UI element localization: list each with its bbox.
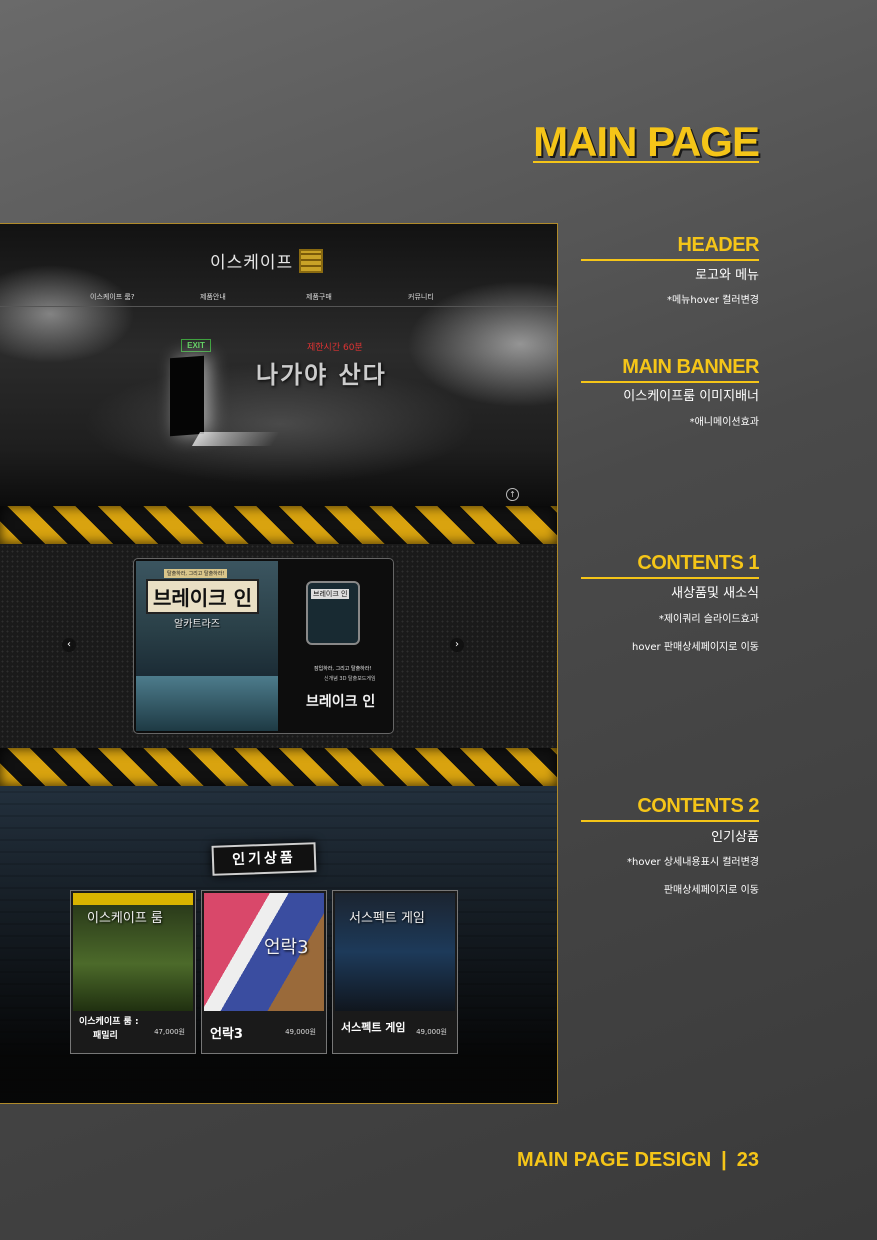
product-image-label: 언락3	[264, 937, 309, 958]
popular-products-section: 인기상품 이스케이프 룸 이스케이프 룸 : 패밀리 47,000원 언락3 언…	[0, 786, 557, 1103]
nav-item-products[interactable]: 제품안내	[200, 292, 226, 302]
product-name: 이스케이프 룸 : 패밀리	[79, 1015, 139, 1043]
banner-tagline: 나가야 산다	[256, 361, 387, 389]
section-contents2-note: 판매상세페이지로 이동	[663, 885, 759, 896]
section-contents1-rule	[581, 577, 759, 579]
slide-cover-image: 탈출하라, 그리고 탈출하라! 브레이크 인 알카트라즈	[136, 561, 278, 731]
page-title-underline	[533, 161, 759, 163]
footer-separator: |	[721, 1149, 727, 1171]
product-image-label: 서스펙트 게임	[349, 911, 425, 926]
header-banner: 이스케이프 이스케이프 룸? 제품안내 제품구매 커뮤니티 EXIT 제한시간 …	[0, 224, 557, 506]
product-image: 이스케이프 룸	[73, 893, 193, 1011]
game-box-image: 브레이크 인	[306, 581, 360, 645]
footer-label: MAIN PAGE DESIGN	[517, 1149, 712, 1171]
popular-products-title: 인기상품	[211, 842, 317, 876]
section-contents2-title: CONTENTS 2	[637, 795, 759, 817]
slide-card[interactable]: 탈출하라, 그리고 탈출하라! 브레이크 인 알카트라즈 브레이크 인 잠입하라…	[133, 558, 394, 734]
page-number: 23	[736, 1149, 759, 1171]
slider-prev-button[interactable]: ‹	[62, 638, 76, 652]
nav-item-purchase[interactable]: 제품구매	[306, 292, 332, 302]
door-image	[170, 355, 204, 437]
product-price: 49,000원	[285, 1028, 316, 1036]
maze-logo-icon	[299, 248, 324, 273]
new-products-slider: ‹ 탈출하라, 그리고 탈출하라! 브레이크 인 알카트라즈 브레이크 인 잠입…	[0, 544, 557, 748]
section-header-subtitle: 로고와 메뉴	[695, 268, 759, 283]
logo-text: 이스케이프	[210, 253, 294, 273]
cover-sea	[136, 676, 278, 731]
slide-description: 신개념 3D 탈출보드게임	[324, 676, 376, 682]
cover-title: 브레이크 인	[146, 579, 259, 614]
section-contents2-subtitle: 인기상품	[711, 830, 759, 845]
hazard-stripe-bottom	[0, 748, 557, 786]
cover-tagline: 탈출하라, 그리고 탈출하라!	[164, 569, 228, 578]
section-header-note: *메뉴hover 컬러변경	[666, 295, 759, 306]
box-label: 브레이크 인	[311, 589, 350, 599]
product-name-line2: 패밀리	[93, 1031, 118, 1041]
section-contents2-rule	[581, 820, 759, 822]
slide-product-name: 브레이크 인	[306, 694, 376, 710]
exit-sign: EXIT	[181, 339, 211, 352]
product-card[interactable]: 이스케이프 룸 이스케이프 룸 : 패밀리 47,000원	[70, 890, 196, 1054]
slider-next-button[interactable]: ›	[450, 638, 464, 652]
time-limit-text: 제한시간 60분	[307, 343, 363, 353]
cover-subtitle: 알카트라즈	[174, 619, 220, 630]
section-banner-title: MAIN BANNER	[622, 356, 759, 378]
nav-item-community[interactable]: 커뮤니티	[408, 292, 434, 302]
site-logo[interactable]: 이스케이프	[210, 248, 324, 273]
page-title: MAIN PAGE	[533, 118, 760, 165]
product-image: 서스펙트 게임	[335, 893, 455, 1011]
product-name-line1: 이스케이프 룸 :	[79, 1017, 139, 1027]
section-banner-subtitle: 이스케이프룸 이미지배너	[623, 389, 759, 404]
section-contents1-subtitle: 새상품및 새소식	[671, 586, 759, 601]
product-card[interactable]: 서스펙트 게임 서스펙트 게임 49,000원	[332, 890, 458, 1054]
product-name: 서스펙트 게임	[341, 1021, 406, 1034]
section-contents2-note: *hover 상세내용표시 컬러변경	[627, 857, 759, 868]
nav-divider	[0, 306, 557, 307]
product-image-label: 이스케이프 룸	[87, 911, 163, 926]
main-page-mockup: 이스케이프 이스케이프 룸? 제품안내 제품구매 커뮤니티 EXIT 제한시간 …	[0, 223, 558, 1104]
section-contents1-note: *제이쿼리 슬라이드효과	[658, 614, 759, 625]
nav-item-escape-room[interactable]: 이스케이프 룸?	[90, 292, 135, 302]
hazard-stripe-top	[0, 506, 557, 544]
section-header-rule	[581, 259, 759, 261]
scroll-up-icon[interactable]: ↑	[506, 488, 519, 501]
slide-tagline: 잠입하라, 그리고 탈출하라!	[314, 666, 372, 672]
main-nav: 이스케이프 룸? 제품안내 제품구매 커뮤니티	[0, 292, 557, 306]
door-light	[191, 432, 281, 446]
section-contents1-note: hover 판매상세페이지로 이동	[632, 642, 759, 653]
section-banner-note: *애니메이션효과	[689, 417, 759, 428]
product-image: 언락3	[204, 893, 324, 1011]
section-header-title: HEADER	[677, 234, 760, 256]
section-contents1-title: CONTENTS 1	[637, 552, 759, 574]
product-price: 49,000원	[416, 1028, 447, 1036]
product-price: 47,000원	[154, 1028, 185, 1036]
product-card[interactable]: 언락3 언락3 49,000원	[201, 890, 327, 1054]
section-banner-rule	[581, 381, 759, 383]
product-name: 언락3	[210, 1027, 243, 1042]
page-footer: MAIN PAGE DESIGN | 23	[517, 1149, 759, 1172]
